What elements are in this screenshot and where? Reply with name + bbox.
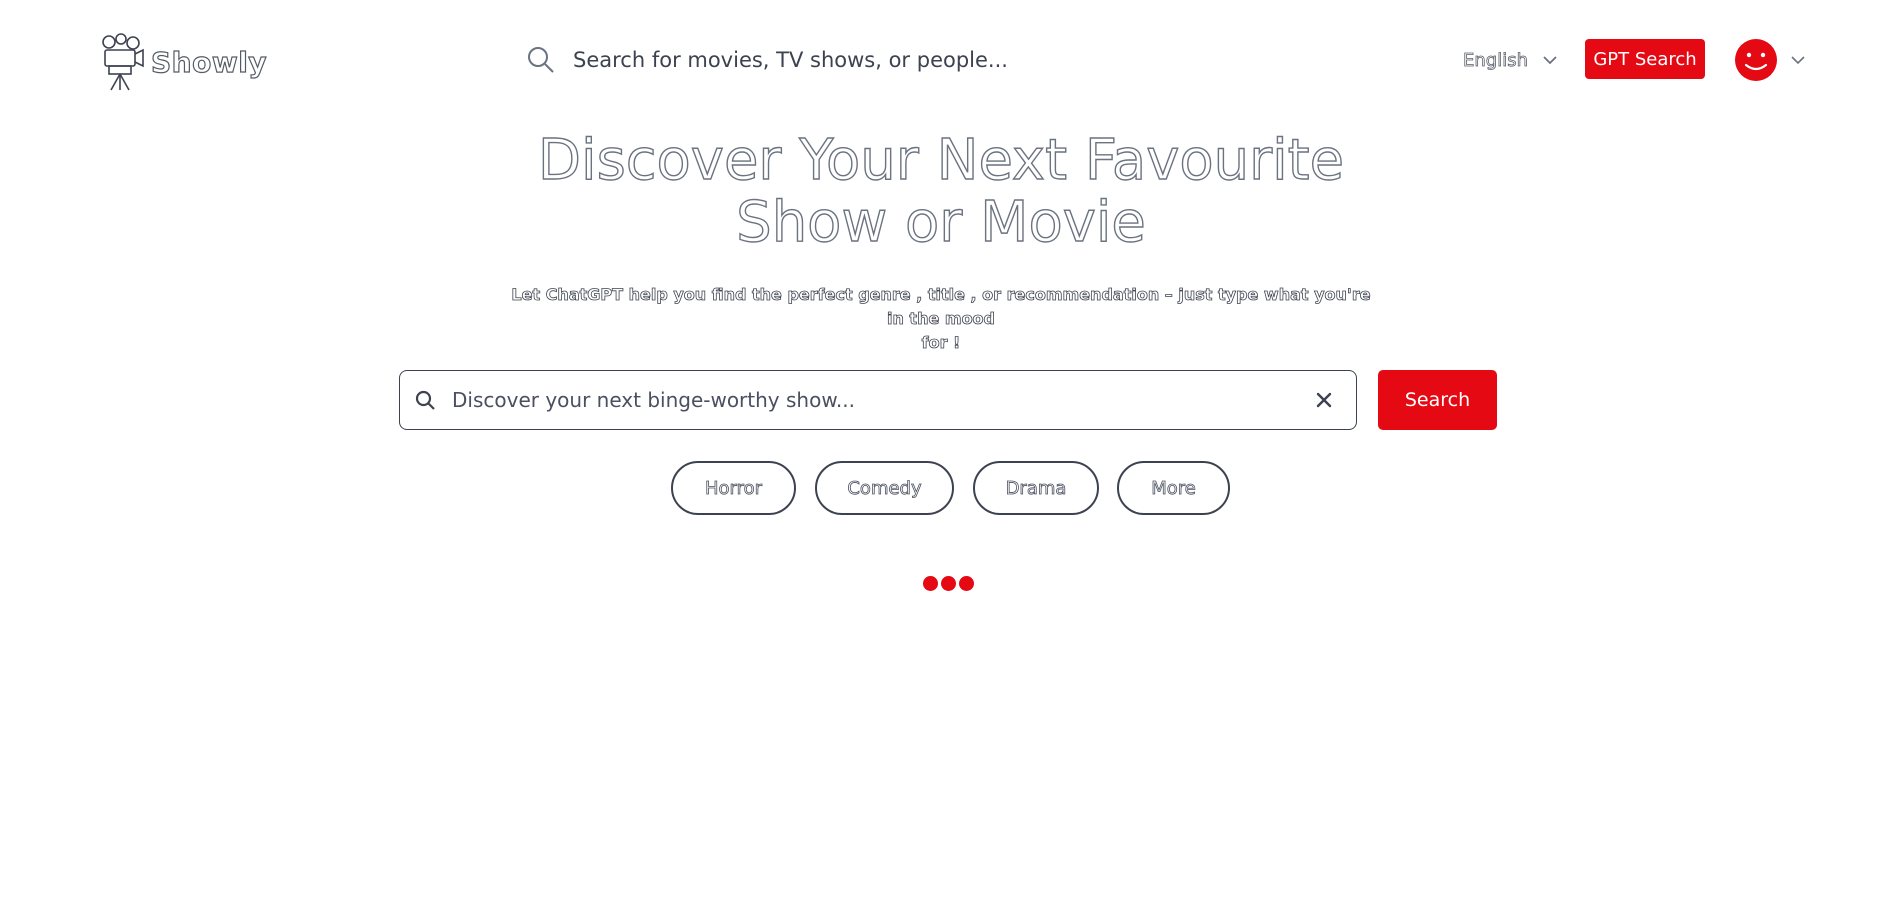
gpt-search-button[interactable]: GPT Search [1585,39,1705,79]
logo[interactable]: Showly [99,32,267,92]
loading-dot [923,576,938,591]
hero-title-line-1: Discover Your Next Favourite [537,128,1345,193]
camera-tripod-icon [102,33,144,91]
hero-title: Discover Your Next Favourite Show or Mov… [441,128,1441,255]
page: Showly English GPT Search [0,0,1882,917]
hero-subtitle-line-1: Let ChatGPT help you find the perfect ge… [511,285,1371,329]
gpt-search-input[interactable] [452,388,1304,412]
gpt-search-box [399,370,1357,430]
loading-dot [941,576,956,591]
genre-chip-more[interactable]: More [1117,461,1230,515]
language-label: English [1463,49,1529,71]
smiley-avatar-icon [1735,39,1777,81]
hero-title-line-2: Show or Movie [735,190,1146,255]
hero-subtitle: Let ChatGPT help you find the perfect ge… [511,283,1371,355]
close-icon [1316,392,1332,408]
genre-chip-drama[interactable]: Drama [973,461,1099,515]
language-selector[interactable]: English [1463,44,1558,76]
genre-chip-comedy[interactable]: Comedy [815,461,954,515]
genre-chips: Horror Comedy Drama More [0,461,1882,516]
loading-dot [959,576,974,591]
header-search [525,38,1085,82]
search-button[interactable]: Search [1378,370,1497,430]
search-icon [415,390,435,410]
header-search-input[interactable] [573,48,1053,72]
search-icon [528,47,554,73]
genre-chip-horror[interactable]: Horror [671,461,796,515]
hero-subtitle-line-2: for ! [921,333,961,353]
logo-text: Showly [150,45,268,79]
chevron-down-icon [1543,56,1557,65]
clear-search-button[interactable] [1304,380,1344,420]
chevron-down-icon [1791,56,1805,65]
loading-indicator [923,576,974,592]
user-menu[interactable] [1734,38,1806,82]
top-navbar: Showly English GPT Search [0,0,1882,120]
